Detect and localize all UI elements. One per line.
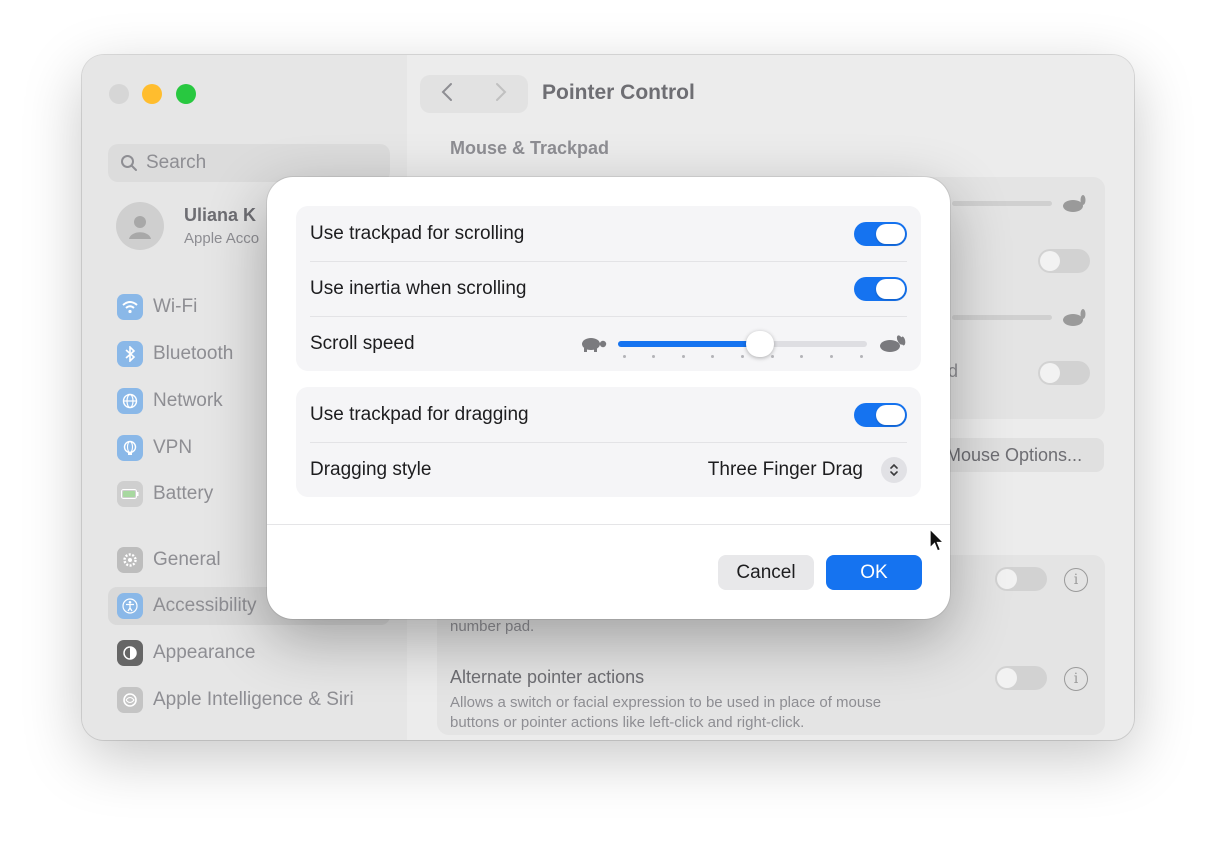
- turtle-icon: [582, 337, 607, 352]
- dragging-style-value: Three Finger Drag: [707, 458, 863, 480]
- slider-tick: [829, 354, 833, 358]
- sidebar-item-label: Bluetooth: [153, 343, 234, 364]
- slider-fill: [618, 340, 760, 347]
- mouse-options-button[interactable]: Mouse Options...: [932, 438, 1104, 472]
- search-icon: [121, 155, 137, 171]
- alternate-pointer-description: buttons or pointer actions like left-cli…: [450, 714, 805, 731]
- cancel-button[interactable]: Cancel: [718, 555, 814, 590]
- slider-tick: [741, 354, 744, 358]
- sidebar-item-label: VPN: [153, 437, 193, 458]
- dragging-style-row: Dragging style Three Finger Drag: [296, 442, 921, 497]
- person-icon: [129, 216, 151, 239]
- sidebar-item-label: Appearance: [153, 642, 256, 663]
- background-toggle[interactable]: [1038, 249, 1090, 273]
- inertia-row: Use inertia when scrolling: [296, 261, 921, 316]
- slider-tick: [770, 354, 774, 358]
- dragging-style-select[interactable]: Three Finger Drag: [707, 456, 907, 483]
- slider-tick: [681, 354, 685, 358]
- maximize-window-button[interactable]: [176, 84, 196, 104]
- sidebar-item-label: Wi-Fi: [153, 296, 198, 317]
- dragging-style-label: Dragging style: [310, 458, 432, 480]
- sidebar-item-label: General: [153, 549, 221, 570]
- background-toggle[interactable]: [995, 666, 1047, 690]
- slider-tick: [800, 354, 804, 358]
- account-subtitle: Apple Acco: [184, 230, 260, 247]
- avatar: [116, 202, 164, 250]
- info-icon[interactable]: i: [1064, 568, 1088, 592]
- section-title: Mouse & Trackpad: [450, 138, 610, 158]
- trackpad-options-dialog: Use trackpad for scrolling Use inertia w…: [267, 177, 950, 619]
- scroll-speed-control: [578, 330, 907, 358]
- appearance-icon: [117, 640, 143, 666]
- drag-trackpad-row: Use trackpad for dragging: [296, 387, 921, 442]
- ok-button[interactable]: OK: [826, 555, 922, 590]
- accessibility-icon: [117, 593, 143, 619]
- wifi-icon: [117, 294, 143, 320]
- search-placeholder: Search: [146, 152, 207, 173]
- sidebar-item-label: Battery: [153, 483, 214, 504]
- scroll-trackpad-toggle[interactable]: [854, 221, 907, 246]
- sidebar-item-appearance[interactable]: Appearance: [108, 634, 390, 672]
- drag-trackpad-toggle[interactable]: [854, 402, 907, 427]
- account-item[interactable]: Uliana K Apple Acco: [116, 202, 259, 250]
- scrolling-group: Use trackpad for scrolling Use inertia w…: [296, 206, 921, 371]
- alternate-pointer-title: Alternate pointer actions: [450, 667, 645, 687]
- scroll-trackpad-label: Use trackpad for scrolling: [310, 222, 525, 244]
- minimize-window-button[interactable]: [142, 84, 162, 104]
- chevron-right-icon: [496, 82, 507, 101]
- battery-icon: [117, 481, 143, 507]
- alternate-pointer-description: Allows a switch or facial expression to …: [450, 694, 882, 711]
- inertia-toggle[interactable]: [854, 276, 907, 301]
- navigation-buttons: [420, 75, 528, 113]
- scroll-speed-label: Scroll speed: [310, 332, 415, 354]
- rabbit-icon: [1063, 195, 1086, 212]
- inertia-label: Use inertia when scrolling: [310, 277, 527, 299]
- chevron-up-down-icon: [881, 456, 907, 483]
- network-icon: [117, 388, 143, 414]
- gear-icon: [117, 547, 143, 573]
- page-title: Pointer Control: [542, 81, 695, 104]
- rabbit-icon: [880, 334, 906, 352]
- sidebar-item-apple-intelligence[interactable]: Apple Intelligence & Siri: [108, 681, 390, 719]
- background-toggle[interactable]: [995, 567, 1047, 591]
- drag-trackpad-label: Use trackpad for dragging: [310, 403, 529, 425]
- sidebar-item-label: Apple Intelligence & Siri: [153, 689, 354, 710]
- background-slider[interactable]: [952, 201, 1052, 206]
- mouse-cursor-icon: [929, 528, 946, 552]
- slider-knob[interactable]: [745, 330, 774, 357]
- sidebar-item-label: Network: [153, 390, 223, 411]
- dialog-divider: [267, 524, 950, 525]
- scroll-speed-slider[interactable]: [618, 330, 867, 358]
- slider-tick: [652, 354, 656, 358]
- back-button[interactable]: [420, 82, 474, 107]
- account-name: Uliana K: [184, 205, 257, 225]
- info-icon[interactable]: i: [1064, 667, 1088, 691]
- forward-button[interactable]: [474, 82, 528, 107]
- sidebar-item-label: Accessibility: [153, 595, 257, 616]
- partial-description: number pad.: [450, 618, 535, 635]
- siri-icon: [117, 687, 143, 713]
- slider-tick: [859, 354, 863, 358]
- bluetooth-icon: [117, 341, 143, 367]
- background-toggle[interactable]: [1038, 361, 1090, 385]
- background-slider[interactable]: [952, 315, 1052, 320]
- scroll-speed-row: Scroll speed: [296, 316, 921, 371]
- scroll-trackpad-row: Use trackpad for scrolling: [296, 206, 921, 261]
- rabbit-icon: [1063, 309, 1086, 326]
- dragging-group: Use trackpad for dragging Dragging style…: [296, 387, 921, 497]
- chevron-left-icon: [441, 82, 452, 101]
- slider-tick: [711, 354, 715, 358]
- close-window-button[interactable]: [109, 84, 129, 104]
- vpn-icon: [117, 435, 143, 461]
- slider-tick: [622, 354, 626, 358]
